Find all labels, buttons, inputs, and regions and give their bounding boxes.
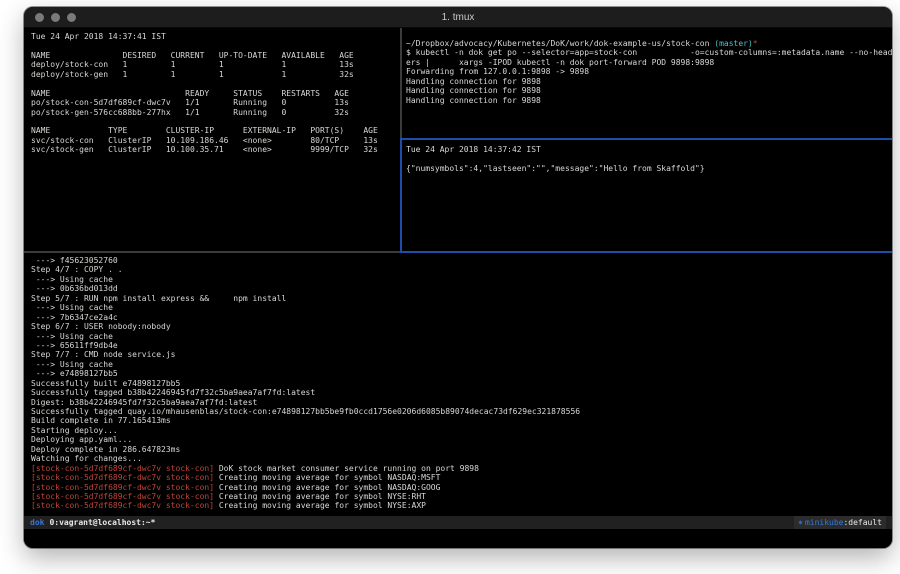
close-window-button[interactable] xyxy=(35,13,44,22)
terminal-line: ---> Using cache xyxy=(31,360,892,369)
terminal-line xyxy=(31,117,400,126)
terminal-line: NAME TYPE CLUSTER-IP EXTERNAL-IP PORT(S)… xyxy=(31,126,400,135)
terminal-line: {"numsymbols":4,"lastseen":"","message":… xyxy=(406,164,892,173)
minimize-window-button[interactable] xyxy=(51,13,60,22)
terminal-line: Build complete in 77.165413ms xyxy=(31,416,892,425)
terminal-line: Step 4/7 : COPY . . xyxy=(31,265,892,274)
terminal-line: ers | xargs -IPOD kubectl -n dok port-fo… xyxy=(406,58,892,67)
terminal-line: NAME READY STATUS RESTARTS AGE xyxy=(31,89,400,98)
terminal-line: Watching for changes... xyxy=(31,454,892,463)
terminal-line xyxy=(31,79,400,88)
pane-service-response[interactable]: Tue 24 Apr 2018 14:37:42 IST {"numsymbol… xyxy=(402,140,892,251)
terminal-line: po/stock-con-5d7df689cf-dwc7v 1/1 Runnin… xyxy=(31,98,400,107)
pane-kubectl-watch[interactable]: Tue 24 Apr 2018 14:37:41 IST NAME DESIRE… xyxy=(24,28,400,251)
terminal-line: Forwarding from 127.0.0.1:9898 -> 9898 xyxy=(406,67,892,76)
terminal-line: Deploy complete in 286.647823ms xyxy=(31,445,892,454)
terminal-line: Tue 24 Apr 2018 14:37:41 IST xyxy=(31,32,400,41)
terminal-line: ---> Using cache xyxy=(31,332,892,341)
kube-namespace: :default xyxy=(843,516,882,529)
terminal-line: $ kubectl -n dok get po --selector=app=s… xyxy=(406,48,892,57)
terminal-line: Step 5/7 : RUN npm install express && np… xyxy=(31,294,892,303)
terminal-line: [stock-con-5d7df689cf-dwc7v stock-con] D… xyxy=(31,464,892,473)
terminal-line: Step 6/7 : USER nobody:nobody xyxy=(31,322,892,331)
terminal-line: ---> 7b6347ce2a4c xyxy=(31,313,892,322)
terminal-line: ---> Using cache xyxy=(31,275,892,284)
terminal-line: Successfully built e74898127bb5 xyxy=(31,379,892,388)
terminal-line: Handling connection for 9898 xyxy=(406,77,892,86)
terminal-line: ---> e74898127bb5 xyxy=(31,369,892,378)
pane-skaffold-log[interactable]: ---> f45623052760Step 4/7 : COPY . . ---… xyxy=(24,253,892,516)
kube-cluster-name: minikube xyxy=(805,516,844,529)
terminal-line: Handling connection for 9898 xyxy=(406,86,892,95)
page-background: 1. tmux Tue 24 Apr 2018 14:37:41 IST NAM… xyxy=(0,0,900,574)
terminal-line: ---> 0b636bd013dd xyxy=(31,284,892,293)
terminal-line: deploy/stock-gen 1 1 1 1 32s xyxy=(31,70,400,79)
window-title: 1. tmux xyxy=(442,12,475,23)
helm-wheel-icon: ⎈ xyxy=(798,516,803,529)
terminal-line: [stock-con-5d7df689cf-dwc7v stock-con] C… xyxy=(31,483,892,492)
terminal-line: deploy/stock-con 1 1 1 1 13s xyxy=(31,60,400,69)
tmux-session-name[interactable]: dok xyxy=(30,516,44,529)
window-titlebar[interactable]: 1. tmux xyxy=(24,7,892,28)
terminal-line xyxy=(31,41,400,50)
terminal-line: ---> f45623052760 xyxy=(31,256,892,265)
pane-port-forward[interactable]: ~/Dropbox/advocacy/Kubernetes/DoK/work/d… xyxy=(402,28,892,138)
terminal-window: 1. tmux Tue 24 Apr 2018 14:37:41 IST NAM… xyxy=(24,7,892,548)
terminal-line: ---> Using cache xyxy=(31,303,892,312)
terminal-line: [stock-con-5d7df689cf-dwc7v stock-con] C… xyxy=(31,501,892,510)
terminal-line: [stock-con-5d7df689cf-dwc7v stock-con] C… xyxy=(31,492,892,501)
terminal-line: svc/stock-gen ClusterIP 10.100.35.71 <no… xyxy=(31,145,400,154)
tmux-window-label[interactable]: 0:vagrant@localhost:~* xyxy=(49,516,155,529)
terminal-line: [stock-con-5d7df689cf-dwc7v stock-con] C… xyxy=(31,473,892,482)
terminal-line: ~/Dropbox/advocacy/Kubernetes/DoK/work/d… xyxy=(406,39,892,48)
terminal-line: Handling connection for 9898 xyxy=(406,96,892,105)
terminal-line: svc/stock-con ClusterIP 10.109.186.46 <n… xyxy=(31,136,400,145)
tmux-status-bar: dok 0:vagrant@localhost:~* ⎈ minikube :d… xyxy=(24,516,892,529)
terminal-line xyxy=(406,154,892,163)
terminal-line: Deploying app.yaml... xyxy=(31,435,892,444)
terminal-line: po/stock-gen-576cc688bb-277hx 1/1 Runnin… xyxy=(31,108,400,117)
zoom-window-button[interactable] xyxy=(67,13,76,22)
terminal-line: Successfully tagged quay.io/mhausenblas/… xyxy=(31,407,892,416)
terminal-line: ---> 65611ff9db4e xyxy=(31,341,892,350)
terminal-line: Successfully tagged b38b42246945fd7f32c5… xyxy=(31,388,892,397)
terminal-line: Step 7/7 : CMD node service.js xyxy=(31,350,892,359)
terminal-line: Tue 24 Apr 2018 14:37:42 IST xyxy=(406,145,892,154)
kube-context-indicator: ⎈ minikube :default xyxy=(794,516,886,529)
traffic-light-buttons xyxy=(35,7,76,27)
terminal-line: Starting deploy... xyxy=(31,426,892,435)
terminal-line: NAME DESIRED CURRENT UP-TO-DATE AVAILABL… xyxy=(31,51,400,60)
terminal-line: Digest: b38b42246945fd7f32c5ba9aea7af7fd… xyxy=(31,398,892,407)
tmux-terminal: Tue 24 Apr 2018 14:37:41 IST NAME DESIRE… xyxy=(24,28,892,548)
